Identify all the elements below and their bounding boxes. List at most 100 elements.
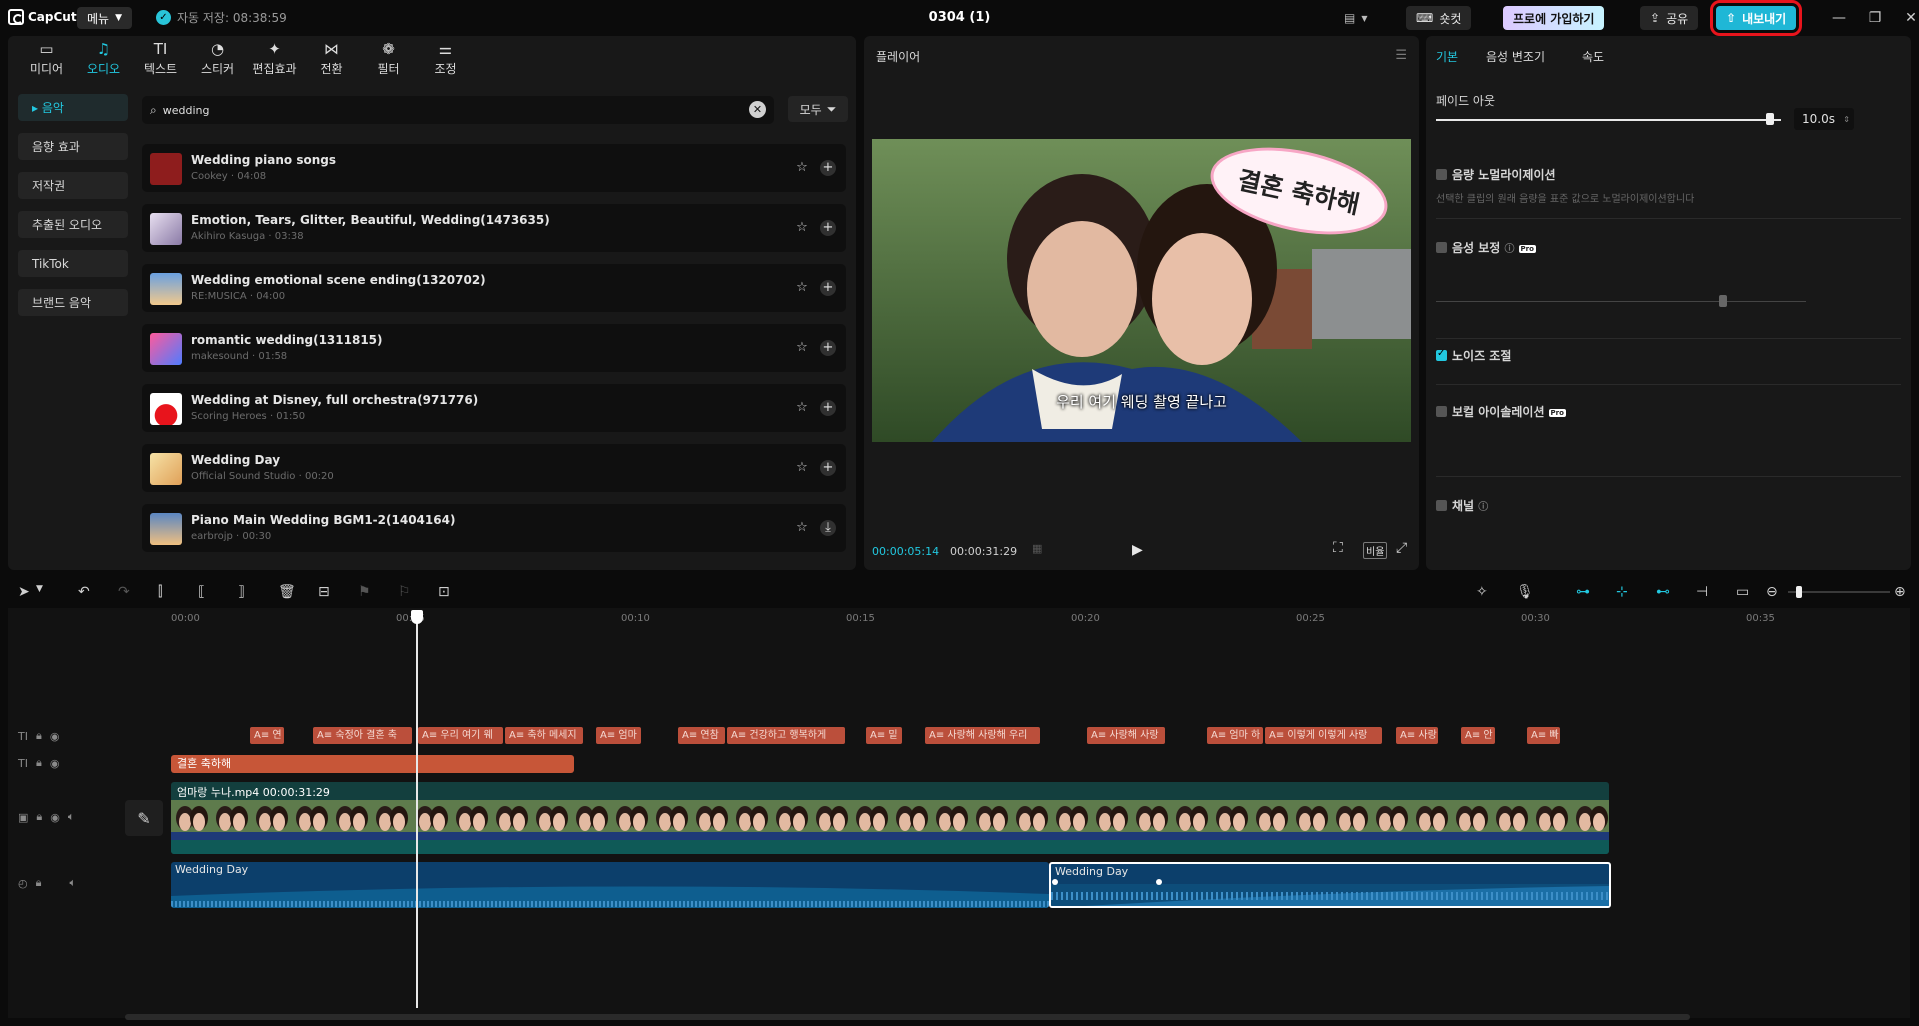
- track-item[interactable]: Piano Main Wedding BGM1-2(1404164) earbr…: [142, 504, 846, 552]
- clear-search-icon[interactable]: ✕: [749, 101, 766, 118]
- info-icon[interactable]: ⓘ: [1478, 502, 1488, 513]
- add-icon[interactable]: +: [820, 280, 836, 296]
- link-icon[interactable]: ⊷: [1656, 584, 1670, 600]
- edit-cover-button[interactable]: ✎: [125, 800, 163, 836]
- text-clip[interactable]: A≡ 안: [1461, 727, 1495, 744]
- eye-icon[interactable]: ◉: [50, 811, 60, 824]
- microphone-icon[interactable]: 🎙: [1516, 584, 1534, 600]
- category-copyright[interactable]: 저작권: [18, 172, 128, 199]
- lock-icon[interactable]: 🔒︎: [36, 810, 42, 824]
- favorite-icon[interactable]: ☆: [794, 340, 810, 356]
- layout-button[interactable]: ▤ ▼: [1344, 6, 1368, 30]
- download-icon[interactable]: ⤓: [820, 520, 836, 536]
- text-clip[interactable]: A≡ 사랑해 사랑해 우리: [925, 727, 1040, 744]
- tab-effects[interactable]: ✦ 편집효과: [246, 36, 303, 80]
- join-pro-button[interactable]: 프로에 가입하기: [1503, 6, 1605, 30]
- share-button[interactable]: ⇪ 공유: [1640, 6, 1699, 30]
- text-clip[interactable]: A≡ 사랑해 사랑: [1087, 727, 1165, 744]
- text-clip[interactable]: A≡ 축하 메세지: [505, 727, 583, 744]
- delete-icon[interactable]: 🗑: [278, 584, 296, 600]
- noise-checkbox[interactable]: [1436, 348, 1447, 361]
- text-clip[interactable]: A≡ 엄마 하: [1207, 727, 1263, 744]
- video-preview[interactable]: 결혼 축하해 우리 여기 웨딩 촬영 끝나고: [872, 139, 1411, 442]
- add-icon[interactable]: +: [820, 220, 836, 236]
- track-item[interactable]: romantic wedding(1311815) makesound · 01…: [142, 324, 846, 372]
- category-extracted[interactable]: 추출된 오디오: [18, 211, 128, 238]
- text-clip[interactable]: A≡ 사랑: [1396, 727, 1438, 744]
- subtitle-icon[interactable]: ▭: [1736, 584, 1749, 600]
- playhead-handle[interactable]: [411, 610, 423, 624]
- freeze-icon[interactable]: ⊟: [318, 584, 330, 600]
- text-clip[interactable]: A≡ 건강하고 행복하게: [727, 727, 845, 744]
- fade-out-value[interactable]: 10.0s ⇕: [1794, 108, 1854, 130]
- track-item[interactable]: Wedding emotional scene ending(1320702) …: [142, 264, 846, 312]
- lock-icon[interactable]: 🔒︎: [36, 756, 42, 770]
- menu-button[interactable]: 메뉴 ▼: [77, 7, 132, 29]
- favorite-icon[interactable]: ☆: [794, 460, 810, 476]
- track-item[interactable]: Wedding at Disney, full orchestra(971776…: [142, 384, 846, 432]
- select-tool-icon[interactable]: ➤: [18, 584, 30, 600]
- add-icon[interactable]: +: [820, 460, 836, 476]
- menu-icon[interactable]: ☰: [1395, 48, 1407, 63]
- fullscreen-icon[interactable]: ⤢: [1396, 540, 1407, 556]
- text-clip[interactable]: A≡ 이렇게 이렇게 사랑: [1265, 727, 1382, 744]
- timeline-scrollbar[interactable]: [125, 1014, 1690, 1020]
- preview-axis-icon[interactable]: ⊣: [1696, 584, 1708, 600]
- ratio-button[interactable]: 비율: [1363, 542, 1388, 559]
- text-clip[interactable]: A≡ 엄마: [596, 727, 641, 744]
- play-icon[interactable]: ▶: [1132, 542, 1143, 558]
- text-clip[interactable]: A≡ 숙정아 결혼 축: [313, 727, 412, 744]
- text-clip[interactable]: A≡ 우리 여기 웨: [418, 727, 503, 744]
- tab-transition[interactable]: ⋈ 전환: [303, 36, 360, 80]
- fade-out-slider-track[interactable]: [1436, 119, 1781, 121]
- filter-button[interactable]: 모두 ⏷: [788, 96, 848, 122]
- favorite-icon[interactable]: ☆: [794, 220, 810, 236]
- normalize-checkbox[interactable]: [1436, 169, 1447, 180]
- grid-icon[interactable]: ▦: [1032, 542, 1042, 555]
- text-clip[interactable]: A≡ 연참: [678, 727, 725, 744]
- tab-basic[interactable]: 기본: [1436, 48, 1458, 65]
- redo-icon[interactable]: ↷: [118, 584, 130, 600]
- tab-voice-changer[interactable]: 음성 변조기: [1486, 48, 1545, 65]
- minimize-icon[interactable]: —: [1824, 10, 1854, 26]
- flag-alt-icon[interactable]: ⚐: [398, 584, 411, 600]
- zoom-slider-knob[interactable]: [1796, 586, 1802, 598]
- tab-text[interactable]: TI 텍스트: [132, 36, 189, 80]
- title-clip[interactable]: 결혼 축하해: [171, 755, 574, 773]
- track-item[interactable]: Wedding piano songs Cookey · 04:08 ☆ +: [142, 144, 846, 192]
- chevron-down-icon[interactable]: ▼: [36, 584, 43, 594]
- vocal-isolation-checkbox[interactable]: [1436, 406, 1447, 417]
- shortcut-button[interactable]: ⌨ 숏컷: [1406, 6, 1472, 30]
- lock-icon[interactable]: 🔒︎: [36, 729, 42, 743]
- speaker-icon[interactable]: 🔈︎: [68, 810, 75, 824]
- flag-icon[interactable]: ⚑: [358, 584, 371, 600]
- auto-snap-icon[interactable]: ⊹: [1616, 584, 1628, 600]
- category-sfx[interactable]: 음향 효과: [18, 133, 128, 160]
- split-left-icon[interactable]: ⟦: [198, 584, 205, 600]
- track-item[interactable]: Emotion, Tears, Glitter, Beautiful, Wedd…: [142, 204, 846, 252]
- track-item[interactable]: Wedding Day Official Sound Studio · 00:2…: [142, 444, 846, 492]
- tab-adjust[interactable]: ⚌ 조정: [417, 36, 474, 80]
- text-clip[interactable]: A≡ 밑: [866, 727, 902, 744]
- audio-clip-selected[interactable]: Wedding Day: [1049, 862, 1611, 908]
- main-track-magnet-icon[interactable]: ⊶: [1576, 584, 1590, 600]
- eye-icon[interactable]: ◉: [50, 757, 60, 770]
- export-button[interactable]: ⇧ 내보내기: [1709, 0, 1803, 36]
- zoom-out-icon[interactable]: ⊖: [1766, 584, 1778, 600]
- search-input[interactable]: [162, 103, 723, 117]
- enhance-checkbox[interactable]: [1436, 242, 1447, 253]
- add-icon[interactable]: +: [820, 160, 836, 176]
- close-icon[interactable]: ✕: [1896, 10, 1919, 26]
- zoom-in-icon[interactable]: ⊕: [1894, 584, 1906, 600]
- text-clip[interactable]: A≡ 연: [250, 727, 284, 744]
- category-tiktok[interactable]: TikTok: [18, 250, 128, 277]
- tab-speed[interactable]: 속도: [1582, 48, 1604, 65]
- add-icon[interactable]: +: [820, 400, 836, 416]
- favorite-icon[interactable]: ☆: [794, 400, 810, 416]
- restore-icon[interactable]: ❐: [1860, 10, 1890, 26]
- split-right-icon[interactable]: ⟧: [238, 584, 245, 600]
- eye-icon[interactable]: ◉: [50, 730, 60, 743]
- audio-clip[interactable]: Wedding Day: [171, 862, 1049, 908]
- zoom-slider-track[interactable]: [1788, 591, 1890, 593]
- text-clip[interactable]: A≡ 빠: [1527, 727, 1560, 744]
